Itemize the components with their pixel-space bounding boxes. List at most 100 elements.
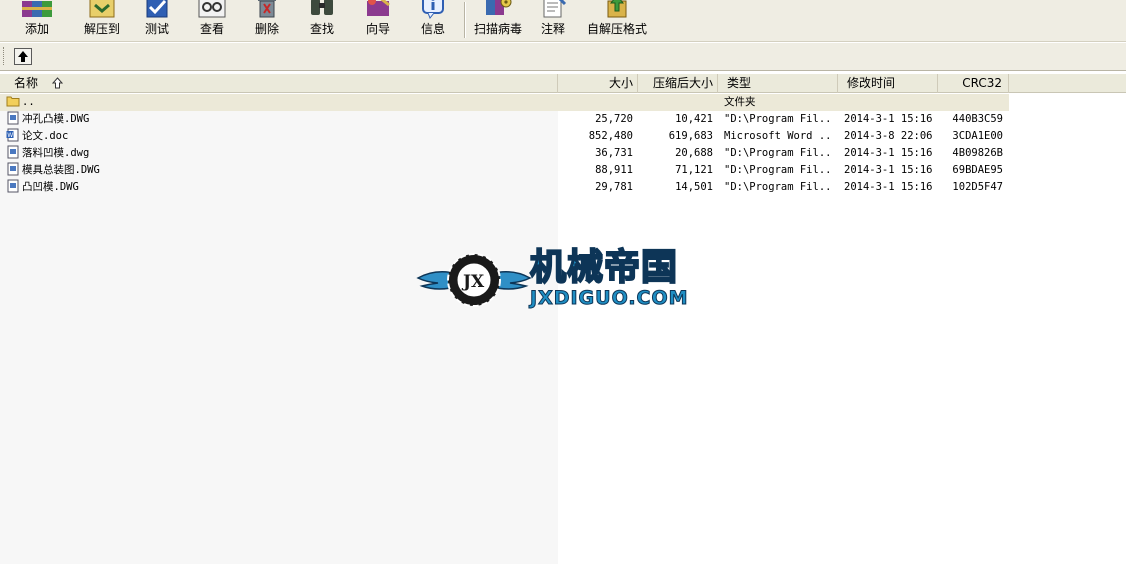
dwg-file-icon — [7, 162, 19, 176]
view-icon — [198, 0, 226, 18]
sort-ascending-icon — [52, 77, 63, 89]
add-archive-icon — [22, 1, 52, 17]
wizard-button[interactable]: 向导 — [350, 0, 406, 41]
info-label: 信息 — [420, 22, 445, 36]
view-button[interactable]: 查看 — [184, 0, 240, 41]
file-name: 模具总装图.DWG — [22, 164, 100, 176]
column-modified-label: 修改时间 — [847, 76, 896, 90]
column-crc-label: CRC32 — [962, 76, 1002, 90]
scan-virus-icon — [486, 0, 512, 15]
file-type: "D:\Program Fil... — [724, 181, 834, 193]
column-size-label: 大小 — [608, 76, 633, 90]
info-button[interactable]: 信息 — [406, 0, 460, 41]
folder-icon — [6, 96, 20, 107]
column-type-label: 类型 — [727, 76, 752, 90]
file-size: 25,720 — [595, 113, 633, 125]
delete-icon — [258, 0, 276, 18]
file-packed: 20,688 — [675, 147, 713, 159]
column-packed-label: 压缩后大小 — [652, 76, 713, 90]
delete-button[interactable]: 删除 — [240, 0, 294, 41]
file-size: 88,911 — [595, 164, 633, 176]
column-modified[interactable]: 修改时间 — [838, 74, 938, 93]
logo-badge-text: JX — [461, 272, 485, 292]
toolbar-grip[interactable] — [3, 47, 6, 65]
table-row[interactable]: 冲孔凸模.DWG 25,720 10,421 "D:\Program Fil..… — [0, 111, 1009, 128]
file-name-cell: 模具总装图.DWG — [6, 162, 546, 179]
watermark-title: 机械帝国 — [529, 247, 679, 289]
column-name[interactable]: 名称 — [0, 74, 558, 93]
table-row-parent[interactable]: .. 文件夹 — [0, 94, 1009, 111]
file-crc: 69BDAE95 — [952, 164, 1003, 176]
file-crc: 440B3C59 — [952, 113, 1003, 125]
extract-to-button[interactable]: 解压到 — [74, 0, 130, 41]
column-size[interactable]: 大小 — [558, 74, 638, 93]
test-label: 测试 — [144, 22, 169, 36]
comment-icon — [543, 0, 567, 18]
column-name-label: 名称 — [14, 76, 39, 90]
file-modified: 2014-3-1 15:16 — [844, 164, 933, 176]
file-name: .. — [22, 96, 35, 108]
sfx-icon — [607, 0, 627, 18]
toolbar-separator — [464, 2, 466, 38]
file-crc: 4B09826B — [952, 147, 1003, 159]
sfx-button[interactable]: 自解压格式 — [580, 0, 654, 41]
file-packed: 619,683 — [668, 130, 713, 142]
table-row[interactable]: 模具总装图.DWG 88,911 71,121 "D:\Program Fil.… — [0, 162, 1009, 179]
file-name: 论文.doc — [22, 130, 69, 142]
file-size: 29,781 — [595, 181, 633, 193]
column-type[interactable]: 类型 — [718, 74, 838, 93]
extract-to-label: 解压到 — [83, 22, 120, 36]
table-row[interactable]: 凸凹模.DWG 29,781 14,501 "D:\Program Fil...… — [0, 179, 1009, 196]
up-arrow-icon — [18, 51, 28, 62]
address-bar — [0, 43, 1126, 71]
table-row[interactable]: 落料凹模.dwg 36,731 20,688 "D:\Program Fil..… — [0, 145, 1009, 162]
file-name: 落料凹模.dwg — [22, 147, 90, 159]
file-type: Microsoft Word ... — [724, 130, 834, 142]
scan-virus-button[interactable]: 扫描病毒 — [470, 0, 526, 41]
file-name-cell: 凸凹模.DWG — [6, 179, 546, 196]
watermark-subtitle: JXDIGUO.COM — [530, 287, 689, 310]
file-name-cell: W 论文.doc — [6, 128, 546, 145]
file-modified: 2014-3-8 22:06 — [844, 130, 933, 142]
file-packed: 14,501 — [675, 181, 713, 193]
file-type: "D:\Program Fil... — [724, 113, 834, 125]
info-icon — [422, 0, 444, 19]
delete-label: 删除 — [254, 22, 279, 36]
file-name: 凸凹模.DWG — [22, 181, 79, 193]
file-packed: 71,121 — [675, 164, 713, 176]
file-modified: 2014-3-1 15:16 — [844, 113, 933, 125]
table-row[interactable]: W 论文.doc 852,480 619,683 Microsoft Word .… — [0, 128, 1009, 145]
test-button[interactable]: 测试 — [130, 0, 184, 41]
test-icon — [146, 0, 168, 18]
find-label: 查找 — [309, 22, 334, 36]
file-modified: 2014-3-1 15:16 — [844, 147, 933, 159]
file-crc: 102D5F47 — [952, 181, 1003, 193]
file-packed: 10,421 — [675, 113, 713, 125]
comment-button[interactable]: 注释 — [526, 0, 580, 41]
extract-to-icon — [89, 0, 115, 18]
up-folder-button[interactable] — [14, 48, 32, 65]
add-button[interactable]: 添加 — [0, 0, 74, 41]
gear-wings-icon: JX — [416, 253, 532, 307]
file-crc: 3CDA1E00 — [952, 130, 1003, 142]
comment-label: 注释 — [540, 22, 565, 36]
file-name: 冲孔凸模.DWG — [22, 113, 90, 125]
file-size: 852,480 — [588, 130, 633, 142]
sfx-label: 自解压格式 — [586, 22, 647, 36]
find-icon — [311, 0, 333, 15]
scan-virus-label: 扫描病毒 — [473, 22, 522, 36]
file-name-cell: .. — [6, 94, 546, 111]
column-crc[interactable]: CRC32 — [938, 74, 1009, 93]
add-label: 添加 — [24, 22, 49, 36]
file-size: 36,731 — [595, 147, 633, 159]
file-modified: 2014-3-1 15:16 — [844, 181, 933, 193]
file-name-cell: 冲孔凸模.DWG — [6, 111, 546, 128]
file-list[interactable]: .. 文件夹 冲孔凸模.DWG 25,720 10,421 "D:\Progra… — [0, 94, 1126, 564]
toolbar: 添加 解压到 测试 查看 删除 查找 向导 信息 扫描病毒 注释 自解压格式 — [0, 0, 1126, 42]
word-file-icon: W — [6, 128, 19, 142]
column-packed[interactable]: 压缩后大小 — [638, 74, 718, 93]
dwg-file-icon — [7, 179, 19, 193]
file-type: "D:\Program Fil... — [724, 147, 834, 159]
find-button[interactable]: 查找 — [294, 0, 350, 41]
file-type: 文件夹 — [724, 96, 756, 108]
